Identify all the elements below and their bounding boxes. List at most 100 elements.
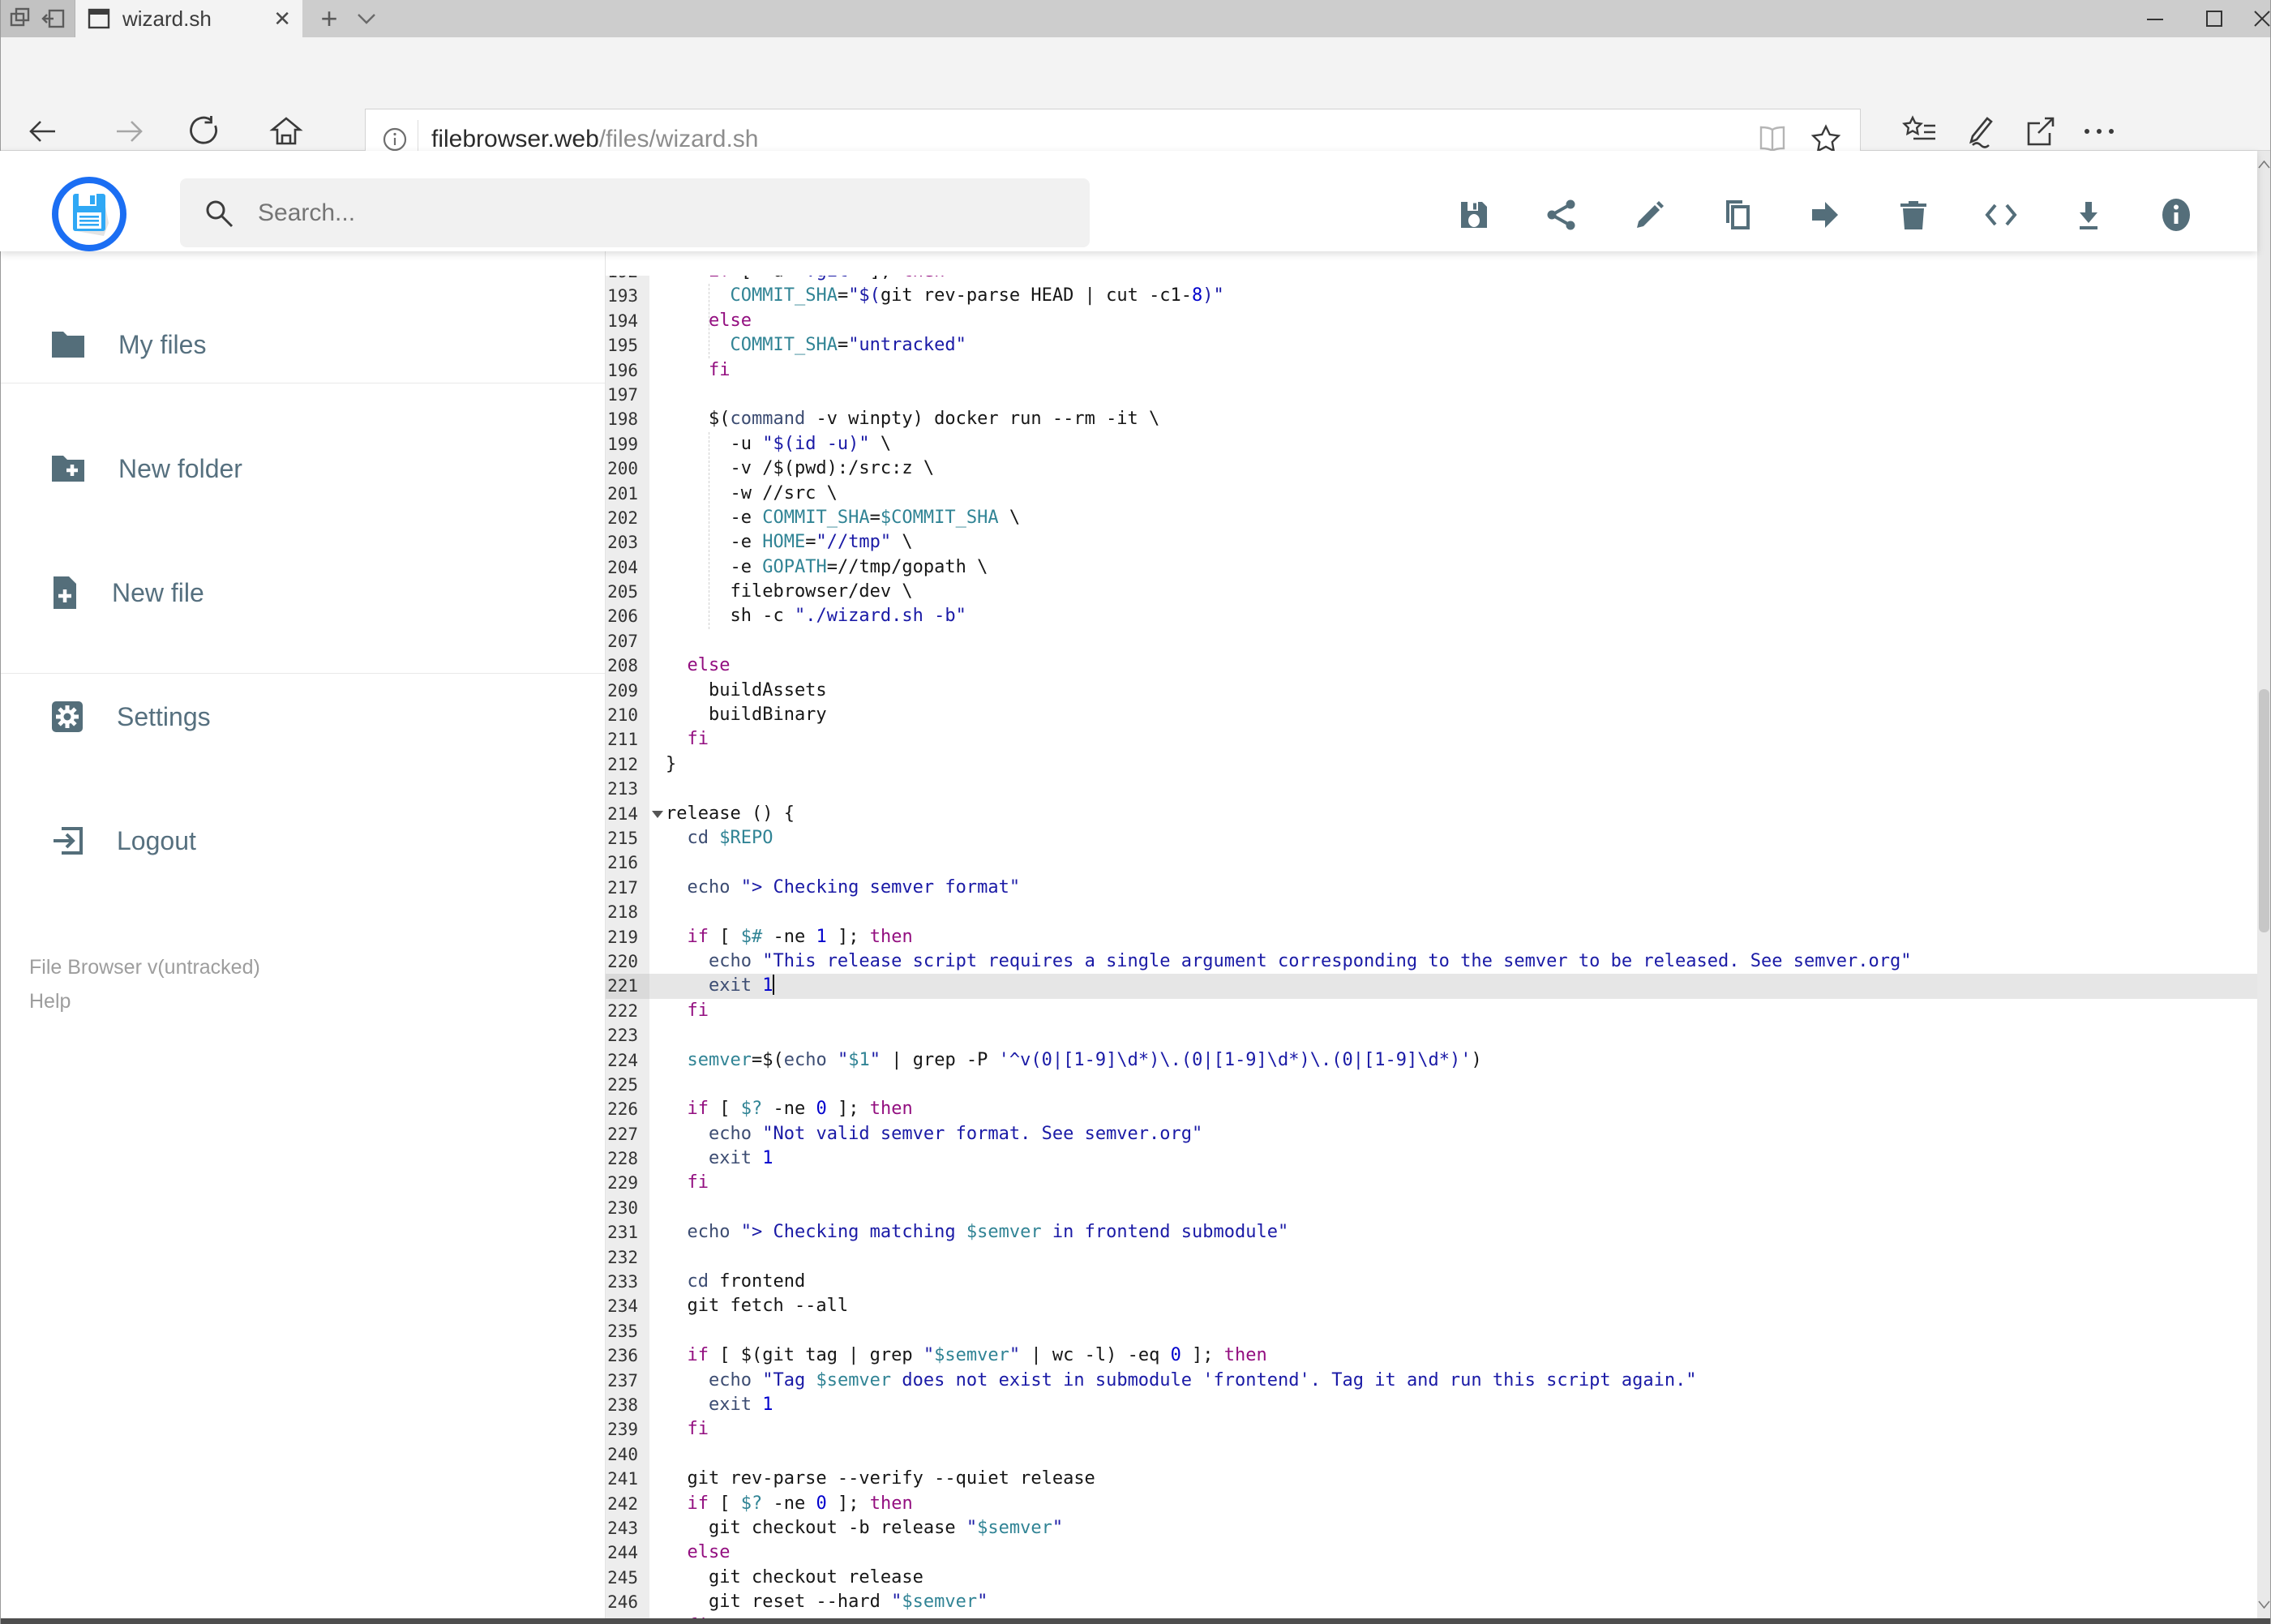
line-number: 217 bbox=[606, 875, 649, 901]
code-line[interactable]: 205 filebrowser/dev \ bbox=[606, 580, 2257, 605]
sidebar-item-my-files[interactable]: My files bbox=[50, 318, 206, 371]
sidebar-item-new-folder[interactable]: New folder bbox=[50, 442, 242, 495]
code-line[interactable]: 224 semver=$(echo "$1" | grep -P '^v(0|[… bbox=[606, 1048, 2257, 1073]
code-line[interactable]: 200 -v /$(pwd):/src:z \ bbox=[606, 456, 2257, 482]
download-button[interactable] bbox=[2072, 198, 2106, 232]
code-line[interactable]: 210 buildBinary bbox=[606, 703, 2257, 728]
code-line[interactable]: 220 echo "This release script requires a… bbox=[606, 949, 2257, 975]
browser-tab-wizard-sh[interactable]: wizard.sh ✕ bbox=[75, 0, 302, 37]
code-line[interactable]: 219 if [ $# -ne 1 ]; then bbox=[606, 924, 2257, 949]
set-tabs-aside-icon[interactable] bbox=[6, 5, 34, 32]
code-line[interactable]: 204 -e GOPATH=//tmp/gopath \ bbox=[606, 555, 2257, 581]
code-line[interactable]: 213 bbox=[606, 777, 2257, 802]
code-line[interactable]: 211 fi bbox=[606, 727, 2257, 752]
code-line[interactable]: 228 exit 1 bbox=[606, 1146, 2257, 1172]
reading-view-icon[interactable] bbox=[1756, 125, 1789, 154]
code-line[interactable]: 198 $(command -v winpty) docker run --rm… bbox=[606, 407, 2257, 432]
code-line[interactable]: 238 exit 1 bbox=[606, 1392, 2257, 1418]
line-number: 214 bbox=[606, 801, 649, 826]
code-line[interactable]: 233 cd frontend bbox=[606, 1270, 2257, 1295]
code-line[interactable]: 221 exit 1 bbox=[606, 974, 2257, 999]
code-line[interactable]: 226 if [ $? -ne 0 ]; then bbox=[606, 1097, 2257, 1122]
code-line[interactable]: 216 bbox=[606, 851, 2257, 876]
fold-marker-icon[interactable] bbox=[652, 810, 663, 818]
move-button[interactable] bbox=[1808, 198, 1842, 232]
code-view-button[interactable] bbox=[1984, 198, 2018, 232]
code-line[interactable]: 196 fi bbox=[606, 358, 2257, 383]
code-line[interactable]: 237 echo "Tag $semver does not exist in … bbox=[606, 1368, 2257, 1393]
edit-button[interactable] bbox=[1633, 198, 1667, 232]
code-line[interactable]: 242 if [ $? -ne 0 ]; then bbox=[606, 1491, 2257, 1516]
code-line[interactable]: 240 bbox=[606, 1442, 2257, 1468]
code-text: exit 1 bbox=[708, 1148, 773, 1169]
window-maximize-button[interactable] bbox=[2192, 0, 2237, 37]
scrollbar-thumb[interactable] bbox=[2259, 689, 2269, 932]
code-line[interactable]: 230 bbox=[606, 1195, 2257, 1221]
code-line[interactable]: 208 else bbox=[606, 653, 2257, 679]
code-line[interactable]: 245 git checkout release bbox=[606, 1565, 2257, 1591]
code-line[interactable]: 235 bbox=[606, 1318, 2257, 1344]
code-text: git rev-parse --verify --quiet release bbox=[666, 1468, 1095, 1489]
app-version-text: File Browser v(untracked) bbox=[29, 956, 260, 979]
code-line[interactable]: 215 cd $REPO bbox=[606, 825, 2257, 851]
sidebar-item-new-file[interactable]: New file bbox=[50, 566, 204, 619]
line-number: 224 bbox=[606, 1048, 649, 1073]
code-line[interactable]: 203 -e HOME="//tmp" \ bbox=[606, 530, 2257, 555]
save-button[interactable] bbox=[1457, 198, 1491, 232]
code-line[interactable]: 206 sh -c "./wizard.sh -b" bbox=[606, 604, 2257, 629]
code-editor[interactable]: 192 if [ -d ".git" ]; then193 COMMIT_SHA… bbox=[605, 251, 2257, 1624]
code-line[interactable]: 236 if [ $(git tag | grep "$semver" | wc… bbox=[606, 1343, 2257, 1369]
code-line[interactable]: 244 else bbox=[606, 1540, 2257, 1566]
code-line[interactable]: 207 bbox=[606, 628, 2257, 654]
code-line[interactable]: 197 bbox=[606, 382, 2257, 408]
code-line[interactable]: 195 COMMIT_SHA="untracked" bbox=[606, 333, 2257, 358]
code-line[interactable]: 239 fi bbox=[606, 1417, 2257, 1442]
code-line[interactable]: 212} bbox=[606, 752, 2257, 778]
code-line[interactable]: 209 buildAssets bbox=[606, 678, 2257, 704]
tab-close-icon[interactable]: ✕ bbox=[273, 8, 291, 29]
code-line[interactable]: 232 bbox=[606, 1245, 2257, 1270]
code-line[interactable]: 201 -w //src \ bbox=[606, 481, 2257, 506]
sidebar-item-settings[interactable]: Settings bbox=[50, 690, 211, 743]
site-info-icon[interactable] bbox=[380, 125, 409, 154]
url-text[interactable]: filebrowser.web/files/wizard.sh bbox=[431, 126, 1756, 153]
code-line[interactable]: 194 else bbox=[606, 308, 2257, 334]
code-line[interactable]: 225 bbox=[606, 1072, 2257, 1098]
filebrowser-logo[interactable] bbox=[52, 177, 126, 251]
help-link[interactable]: Help bbox=[29, 984, 71, 1018]
editor-scroll-area[interactable]: 192 if [ -d ".git" ]; then193 COMMIT_SHA… bbox=[606, 276, 2257, 1624]
code-line[interactable]: 192 if [ -d ".git" ]; then bbox=[606, 276, 2257, 285]
line-number: 234 bbox=[606, 1294, 649, 1319]
code-line[interactable]: 227 echo "Not valid semver format. See s… bbox=[606, 1121, 2257, 1147]
code-line[interactable]: 246 git reset --hard "$semver" bbox=[606, 1590, 2257, 1615]
scroll-down-icon[interactable] bbox=[2257, 1594, 2271, 1615]
window-minimize-button[interactable] bbox=[2132, 0, 2178, 37]
scroll-up-icon[interactable] bbox=[2257, 154, 2271, 175]
browser-nav-bar: filebrowser.web/files/wizard.sh bbox=[0, 37, 2271, 170]
code-line[interactable]: 243 git checkout -b release "$semver" bbox=[606, 1515, 2257, 1541]
code-line[interactable]: 193 COMMIT_SHA="$(git rev-parse HEAD | c… bbox=[606, 284, 2257, 309]
tab-preview-chevron-icon[interactable] bbox=[349, 0, 384, 37]
code-text bbox=[649, 1245, 666, 1270]
restore-tabs-icon[interactable] bbox=[41, 5, 68, 32]
search-box[interactable]: Search... bbox=[180, 178, 1090, 247]
code-line[interactable]: 214 release () { bbox=[606, 801, 2257, 826]
share-file-button[interactable] bbox=[1545, 198, 1579, 232]
code-line[interactable]: 234 git fetch --all bbox=[606, 1294, 2257, 1319]
code-line[interactable]: 223 bbox=[606, 1023, 2257, 1048]
sidebar-item-logout[interactable]: Logout bbox=[50, 814, 196, 868]
code-line[interactable]: 229 fi bbox=[606, 1171, 2257, 1196]
code-text: else bbox=[687, 655, 731, 676]
code-line[interactable]: 202 -e COMMIT_SHA=$COMMIT_SHA \ bbox=[606, 505, 2257, 531]
code-line[interactable]: 241 git rev-parse --verify --quiet relea… bbox=[606, 1467, 2257, 1492]
copy-button[interactable] bbox=[1720, 198, 1755, 232]
window-close-button[interactable] bbox=[2239, 0, 2271, 37]
info-button[interactable] bbox=[2159, 198, 2193, 232]
delete-button[interactable] bbox=[1896, 198, 1930, 232]
code-line[interactable]: 218 bbox=[606, 900, 2257, 925]
code-line[interactable]: 231 echo "> Checking matching $semver in… bbox=[606, 1220, 2257, 1245]
code-line[interactable]: 222 fi bbox=[606, 998, 2257, 1024]
code-line[interactable]: 199 -u "$(id -u)" \ bbox=[606, 431, 2257, 457]
new-tab-button[interactable]: + bbox=[311, 0, 347, 37]
code-line[interactable]: 217 echo "> Checking semver format" bbox=[606, 875, 2257, 901]
